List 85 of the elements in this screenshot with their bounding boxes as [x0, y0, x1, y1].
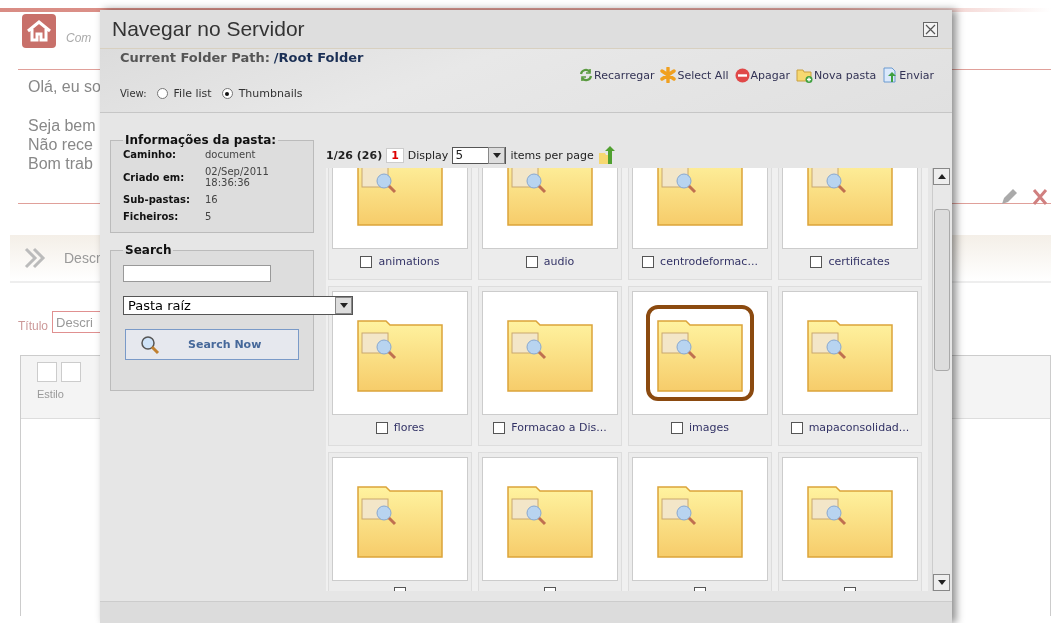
- path-value: /Root Folder: [273, 50, 364, 65]
- welcome-text: Não rece: [28, 135, 93, 154]
- caret-icon: [339, 303, 348, 308]
- checkbox[interactable]: [810, 256, 823, 268]
- toolbar-button[interactable]: Enviar: [882, 67, 934, 83]
- up-arrow-icon: [937, 174, 946, 179]
- folder-name: Formacao a Dis...: [511, 421, 607, 435]
- radio-icon[interactable]: [156, 88, 168, 99]
- welcome-text: Seja bem: [28, 116, 96, 135]
- checkbox[interactable]: [360, 256, 373, 268]
- style-label: Estilo: [37, 388, 65, 400]
- info-key: Sub-pastas:: [123, 194, 205, 205]
- title-label: Título: [18, 319, 48, 333]
- folder-name: centrodeformac...: [660, 255, 758, 269]
- folder-icon: [506, 168, 594, 227]
- folder-name: flores: [393, 421, 425, 435]
- folder-up-icon[interactable]: [597, 145, 616, 165]
- folder-dropdown[interactable]: Pasta raíz: [123, 296, 353, 315]
- view-label: View:: [120, 88, 147, 99]
- new-folder-icon: [796, 67, 813, 83]
- folder-icon: [806, 168, 894, 227]
- radio-icon[interactable]: [221, 88, 233, 99]
- folder-name: animations: [378, 255, 440, 269]
- panel-legend: Informações da pasta:: [123, 133, 279, 147]
- folder-name: audio: [543, 255, 575, 269]
- down-arrow-icon: [937, 580, 946, 585]
- close-button[interactable]: [923, 21, 938, 37]
- view-radio-option[interactable]: File list: [156, 87, 212, 100]
- info-value: 5: [205, 211, 213, 222]
- checkbox[interactable]: [790, 422, 803, 434]
- delete-icon: [734, 67, 750, 83]
- info-value: document: [205, 149, 257, 160]
- header-text: Com: [66, 31, 92, 45]
- display-label: Display: [407, 148, 449, 162]
- toolbar-button[interactable]: Select All: [660, 67, 729, 83]
- dialog-title: Navegar no Servidor: [112, 17, 305, 41]
- home-icon[interactable]: [22, 14, 56, 48]
- folder-item[interactable]: audio: [478, 168, 622, 280]
- panel-legend: Search: [123, 243, 174, 257]
- search-icon: [140, 334, 160, 355]
- info-key: Caminho:: [123, 149, 205, 160]
- upload-icon: [882, 67, 899, 83]
- info-key: Criado em:: [123, 171, 205, 183]
- search-button[interactable]: Search Now: [125, 329, 299, 360]
- caret-icon: [492, 152, 501, 158]
- welcome-text: Bom trab: [28, 154, 93, 173]
- folder-item[interactable]: animations: [328, 168, 472, 280]
- scrollbar-thumb[interactable]: [934, 209, 950, 371]
- folder-item[interactable]: centrodeformac...: [628, 168, 772, 280]
- close-icon[interactable]: [1032, 188, 1048, 206]
- refresh-icon: [579, 68, 594, 82]
- folder-name: images: [689, 421, 729, 435]
- info-value: 16: [205, 194, 219, 205]
- folder-item[interactable]: images: [628, 286, 772, 446]
- info-value: 02/Sep/2011 18:36:36: [205, 166, 270, 188]
- per-page-dropdown[interactable]: 5: [452, 146, 507, 164]
- greeting-text: Olá, eu so: [28, 78, 101, 96]
- per-page-label: items per page: [510, 148, 594, 162]
- folder-item[interactable]: certificates: [778, 168, 922, 280]
- page-number-button[interactable]: 1: [386, 147, 404, 163]
- checkbox[interactable]: [493, 422, 506, 434]
- page-position: 1/26 (26): [326, 148, 383, 162]
- folder-icon: [356, 168, 444, 227]
- checkbox[interactable]: [642, 256, 655, 268]
- checkbox[interactable]: [671, 422, 683, 434]
- folder-item[interactable]: Formacao a Dis...: [478, 286, 622, 446]
- asterisk-icon: [660, 67, 677, 83]
- toolbar-button[interactable]: Nova pasta: [796, 67, 877, 83]
- checkbox[interactable]: [375, 422, 388, 434]
- folder-item[interactable]: flores: [328, 286, 472, 446]
- folder-name: certificates: [828, 255, 890, 269]
- folder-icon: [656, 168, 744, 227]
- scroll-up-button[interactable]: [933, 168, 950, 185]
- checkbox[interactable]: [525, 256, 538, 268]
- search-input-field[interactable]: [123, 265, 271, 282]
- folder-name: mapaconsolidad...: [808, 421, 910, 435]
- toolbar-button[interactable]: Recarregar: [579, 67, 655, 83]
- scrollbar[interactable]: [932, 168, 950, 591]
- section-title: Descr: [64, 250, 101, 266]
- folder-item[interactable]: mapaconsolidad...: [778, 286, 922, 446]
- info-key: Ficheiros:: [123, 211, 205, 222]
- path-label: Current Folder Path:: [120, 50, 270, 65]
- scroll-down-button[interactable]: [933, 574, 950, 591]
- toolbar-button[interactable]: Apagar: [734, 67, 790, 83]
- view-radio-option[interactable]: Thumbnails: [221, 87, 303, 100]
